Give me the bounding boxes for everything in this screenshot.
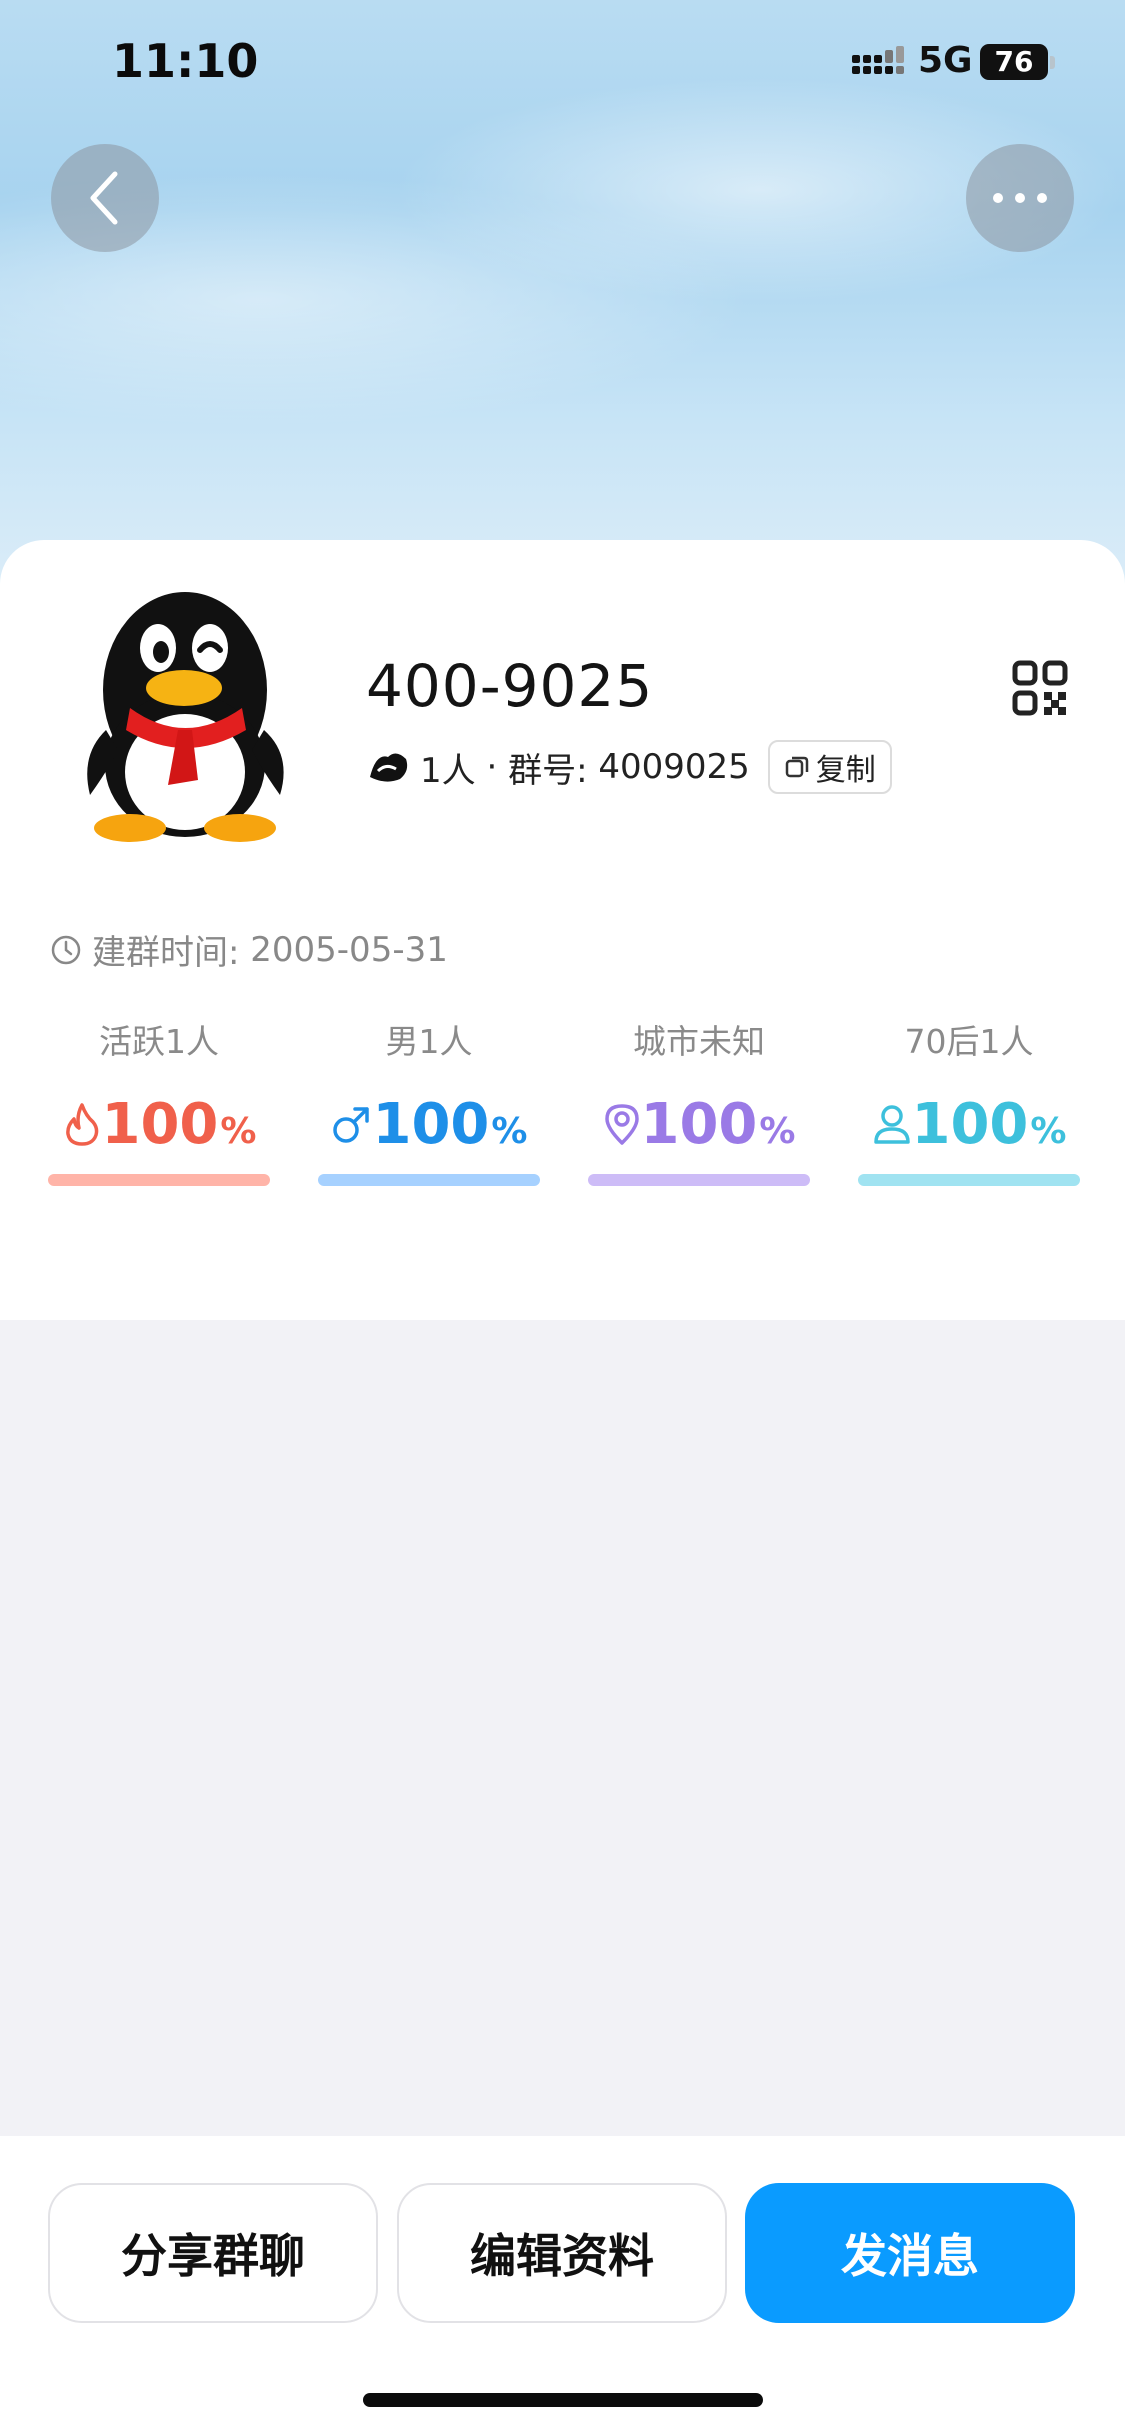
stat-label: 活跃1人 <box>48 1018 270 1066</box>
stat-title: 城市 <box>633 1022 699 1061</box>
created-time-row: 建群时间: 2005-05-31 <box>50 925 448 974</box>
stat-unit: % <box>491 1110 528 1152</box>
person-icon <box>873 1105 910 1144</box>
stat-sub: 1人 <box>165 1022 219 1061</box>
network-type: 5G <box>918 40 973 81</box>
status-bar: 11:10 5G 76 <box>0 0 1125 120</box>
clock-icon <box>51 935 81 964</box>
stat-sub: 1人 <box>418 1022 473 1061</box>
bottom-action-bar: 分享群聊 编辑资料 发消息 <box>0 2136 1125 2436</box>
meta-separator: · <box>475 747 509 787</box>
group-name: 400-9025 <box>366 652 654 720</box>
male-icon <box>332 1107 369 1143</box>
stat-label: 70后1人 <box>858 1018 1080 1066</box>
member-count: 1人 <box>420 750 476 791</box>
status-time: 11:10 <box>112 34 259 88</box>
back-button[interactable] <box>51 144 159 252</box>
group-number: 4009025 <box>598 747 750 787</box>
stat-bar <box>858 1174 1080 1186</box>
chevron-left-icon <box>90 171 118 225</box>
ellipsis-icon <box>993 193 1047 203</box>
stat-bar <box>48 1174 270 1186</box>
stat-bar <box>588 1174 810 1186</box>
flame-icon <box>65 1103 98 1146</box>
stat-value: 100 % <box>48 1091 270 1157</box>
battery-cap <box>1050 56 1055 69</box>
stat-number: 100 <box>372 1091 490 1157</box>
group-avatar[interactable] <box>60 580 310 845</box>
home-indicator <box>363 2393 763 2407</box>
stat-title: 男 <box>385 1022 419 1061</box>
member-avatar <box>370 753 408 782</box>
stat-unit: % <box>220 1110 257 1152</box>
share-group-button[interactable]: 分享群聊 <box>48 2183 378 2323</box>
group-info-card: 400-9025 1人 · 群号: 4009025 复制 建群时间: 2005-… <box>0 540 1125 1320</box>
stat-sub: 未知 <box>699 1022 765 1061</box>
stat-value: 100 % <box>318 1091 540 1157</box>
stat-value: 100 % <box>858 1091 1080 1157</box>
created-label: 建群时间: <box>92 933 251 973</box>
group-stats: 活跃1人 100 % 男1人 100 % 城市未知 100 % 70后1人 10… <box>48 1018 1080 1186</box>
stat-sub: 1人 <box>979 1022 1034 1061</box>
stat-number: 100 <box>911 1091 1029 1157</box>
group-meta-row: 1人 · 群号: 4009025 复制 <box>366 740 892 794</box>
stat-value: 100 % <box>588 1091 810 1157</box>
stat-unit: % <box>759 1110 796 1152</box>
copy-icon <box>785 756 809 778</box>
stat-bar <box>318 1174 540 1186</box>
location-pin-icon <box>604 1104 639 1145</box>
send-message-button[interactable]: 发消息 <box>745 2183 1075 2323</box>
stat-number: 100 <box>640 1091 758 1157</box>
created-date: 2005-05-31 <box>250 929 448 970</box>
stat-unit: % <box>1030 1110 1067 1152</box>
stat-active[interactable]: 活跃1人 100 % <box>48 1018 270 1186</box>
stat-label: 城市未知 <box>588 1018 810 1066</box>
stat-male[interactable]: 男1人 100 % <box>318 1018 540 1186</box>
group-number-label: 群号: <box>508 750 599 791</box>
stat-number: 100 <box>101 1091 219 1157</box>
battery-icon: 76 <box>980 44 1048 80</box>
edit-profile-button[interactable]: 编辑资料 <box>397 2183 727 2323</box>
stat-title: 70后 <box>904 1022 980 1061</box>
stat-title: 活跃 <box>99 1022 165 1061</box>
stat-label: 男1人 <box>318 1018 540 1066</box>
stat-age[interactable]: 70后1人 100 % <box>858 1018 1080 1186</box>
copy-label: 复制 <box>815 753 876 788</box>
more-button[interactable] <box>966 144 1074 252</box>
copy-button[interactable]: 复制 <box>767 740 892 794</box>
qr-code-icon[interactable] <box>1012 660 1068 716</box>
signal-strength-icon <box>852 46 904 74</box>
stat-city[interactable]: 城市未知 100 % <box>588 1018 810 1186</box>
